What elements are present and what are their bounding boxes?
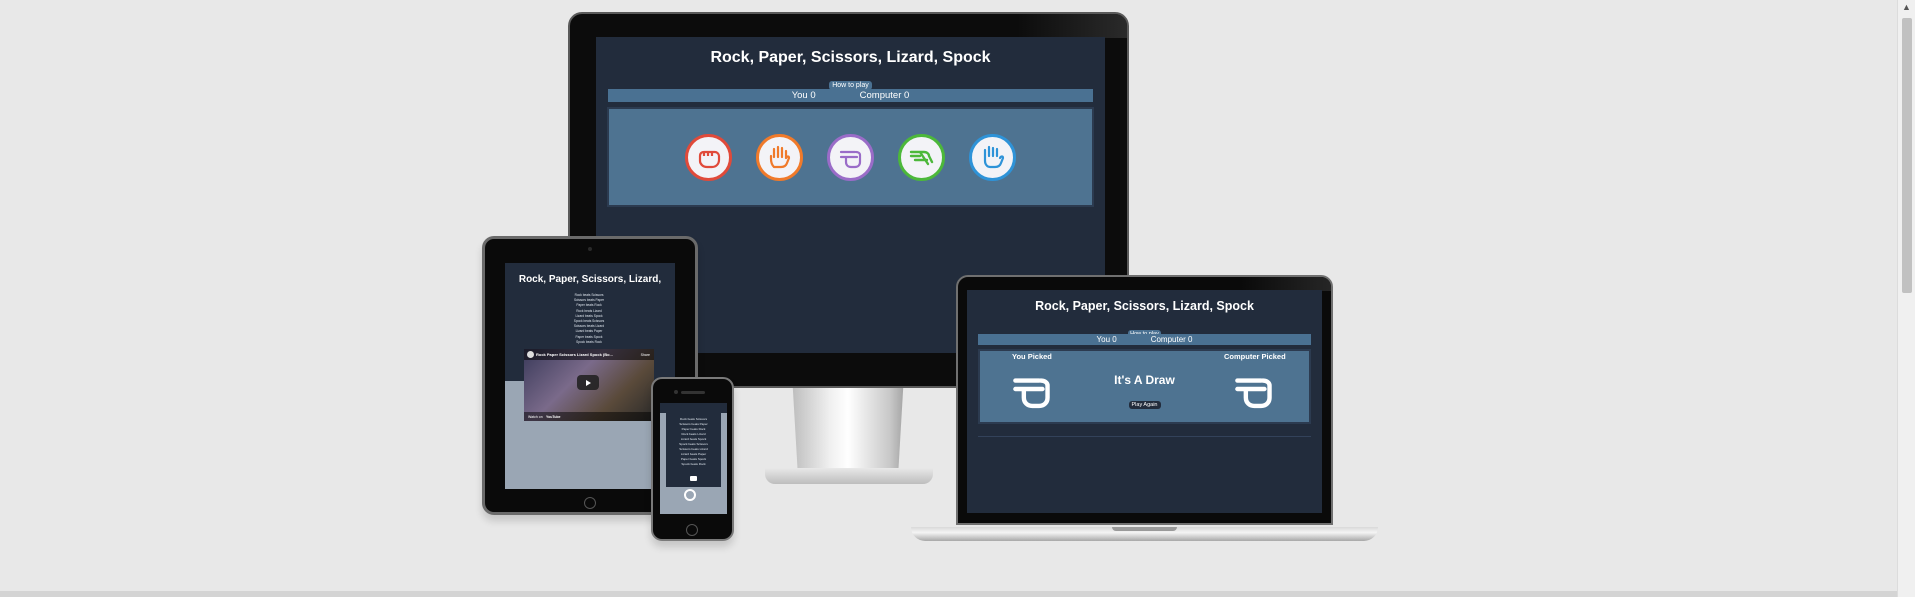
phone-video-play[interactable]	[690, 476, 697, 481]
tablet-camera	[588, 247, 592, 251]
horizontal-scrollbar[interactable]	[0, 591, 1897, 597]
video-embed[interactable]: Rock Paper Scissors Lizard Spock (Bo... …	[524, 349, 654, 421]
computer-picked-label: Computer Picked	[1224, 352, 1286, 361]
watch-on-label: Watch on	[528, 415, 543, 419]
tablet-title: Rock, Paper, Scissors, Lizard,	[518, 274, 662, 285]
spock-icon	[983, 145, 1004, 169]
desktop-stand-base	[765, 468, 933, 484]
spock-button[interactable]	[969, 133, 1016, 181]
phone-rules-list: Rock beats Scissors Scissors beats Paper P…	[679, 417, 708, 466]
score-computer: Computer 0	[859, 90, 910, 101]
rock-icon	[698, 150, 720, 169]
rock-button[interactable]	[685, 133, 732, 181]
laptop-title: Rock, Paper, Scissors, Lizard, Spock	[1035, 299, 1254, 313]
play-icon	[586, 379, 591, 386]
play-button[interactable]	[577, 375, 599, 390]
result-panel: You Picked Computer Picked It's A Draw P…	[978, 349, 1311, 424]
laptop-score-computer: Computer 0	[1150, 335, 1193, 344]
tablet-screen: Rock, Paper, Scissors, Lizard, Rock beat…	[505, 263, 675, 489]
phone-choice-circle[interactable]	[684, 489, 696, 501]
lizard-icon	[909, 150, 933, 166]
phone-speaker	[681, 391, 705, 394]
rules-modal: Rock beats Scissors Scissors beats Paper P…	[523, 286, 655, 344]
computer-scissors-icon	[1235, 378, 1272, 409]
choices-panel	[607, 107, 1094, 207]
laptop-score-you: You 0	[1096, 335, 1117, 344]
phone-home-button[interactable]	[686, 524, 698, 536]
play-again-button[interactable]: Play Again	[1128, 401, 1161, 409]
scissors-icon	[839, 150, 861, 169]
youtube-logo[interactable]: YouTube	[546, 415, 560, 419]
lizard-button[interactable]	[898, 133, 945, 181]
video-title: Rock Paper Scissors Lizard Spock (Bo...	[536, 352, 613, 357]
paper-icon	[769, 145, 790, 169]
page-title: Rock, Paper, Scissors, Lizard, Spock	[710, 49, 991, 66]
desktop-stand-neck	[792, 388, 904, 470]
scissors-button[interactable]	[827, 133, 874, 181]
phone-screen: Rock beats Scissors Scissors beats Paper P…	[660, 403, 727, 514]
video-share[interactable]: Share	[641, 353, 650, 357]
laptop-scoreboard: You 0 Computer 0	[978, 334, 1311, 345]
score-you: You 0	[791, 90, 816, 101]
vertical-scrollbar[interactable]: ▲	[1897, 0, 1915, 597]
you-picked-label: You Picked	[1012, 352, 1052, 361]
paper-button[interactable]	[756, 133, 803, 181]
phone-rules-modal: Rock beats Scissors Scissors beats Paper P…	[666, 411, 721, 487]
phone-camera	[674, 390, 678, 394]
scroll-thumb[interactable]	[1902, 18, 1912, 293]
tablet-home-button[interactable]	[584, 497, 596, 509]
laptop-screen: Rock, Paper, Scissors, Lizard, Spock How…	[967, 290, 1322, 513]
scoreboard: You 0 Computer 0	[608, 89, 1093, 102]
video-avatar	[527, 351, 534, 358]
rules-list: Rock beats Scissors Scissors beats Paper P…	[573, 293, 605, 344]
scroll-up-arrow-icon[interactable]: ▲	[1902, 2, 1911, 12]
laptop-divider	[978, 436, 1311, 437]
laptop-base	[911, 527, 1378, 541]
